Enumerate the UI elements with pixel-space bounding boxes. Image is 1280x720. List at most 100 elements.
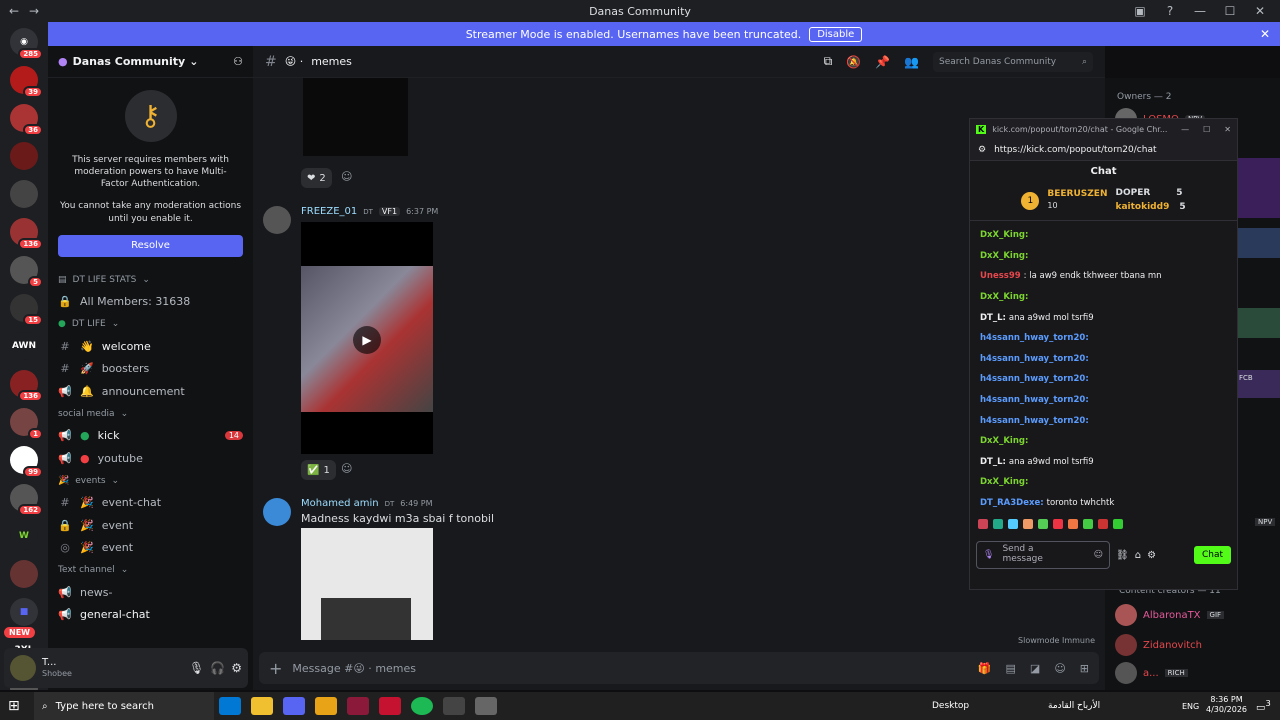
message-composer[interactable]: + Message #😜 · memes 🎁 ▤ ◪ ☺ ⊞ bbox=[259, 652, 1099, 684]
app-icon[interactable] bbox=[475, 697, 497, 715]
chat-username[interactable]: h4ssann_hway_torn20: bbox=[980, 416, 1089, 426]
settings-gear-icon[interactable]: ⚙ bbox=[1147, 550, 1156, 561]
channel-kick[interactable]: 📢 ● kick 14 bbox=[48, 425, 253, 448]
send-message-input[interactable]: 🎙 Send a message ☺ bbox=[976, 541, 1110, 569]
pin-icon[interactable]: 📌 bbox=[875, 55, 890, 69]
taskbar-search[interactable]: ⌕ Type here to search bbox=[34, 692, 214, 720]
server-icon[interactable] bbox=[10, 560, 38, 588]
acrobat-icon[interactable] bbox=[379, 697, 401, 715]
news-widget[interactable]: الأرباح القادمة bbox=[1048, 701, 1100, 711]
language-indicator[interactable]: ENG bbox=[1182, 702, 1199, 711]
member-item[interactable]: Zidanovitch bbox=[1115, 634, 1202, 656]
edge-icon[interactable] bbox=[219, 697, 241, 715]
channel-youtube[interactable]: 📢 ● youtube bbox=[48, 447, 253, 470]
category-events[interactable]: 🎉 events ⌄ bbox=[48, 470, 253, 492]
chat-username[interactable]: h4ssann_hway_torn20: bbox=[980, 333, 1089, 343]
avatar[interactable] bbox=[263, 498, 291, 526]
channel-event-chat[interactable]: # 🎉 event-chat bbox=[48, 492, 253, 515]
chat-username[interactable]: DxX_King: bbox=[980, 292, 1028, 302]
chat-username[interactable]: DxX_King: bbox=[980, 477, 1028, 487]
channel-all-members[interactable]: 🔒 All Members: 31638 bbox=[48, 291, 253, 314]
channel-welcome[interactable]: # 👋 welcome bbox=[48, 335, 253, 358]
file-explorer-icon[interactable] bbox=[251, 697, 273, 715]
store-icon[interactable]: ⌂ bbox=[1135, 550, 1141, 561]
chat-username[interactable]: DT_L: bbox=[980, 457, 1006, 467]
chat-username[interactable]: DT_L: bbox=[980, 313, 1006, 323]
disable-button[interactable]: Disable bbox=[809, 26, 863, 42]
category-text[interactable]: Text channel ⌄ bbox=[48, 559, 253, 581]
channel-announcement[interactable]: 📢 🔔 announcement bbox=[48, 380, 253, 403]
member-item[interactable]: AlbaronaTX GIF bbox=[1115, 604, 1225, 626]
channel-general-chat[interactable]: 📢 general-chat bbox=[48, 604, 253, 627]
chat-username[interactable]: h4ssann_hway_torn20: bbox=[980, 354, 1089, 364]
chat-username[interactable]: h4ssann_hway_torn20: bbox=[980, 374, 1089, 384]
apps-icon[interactable]: ⊞ bbox=[1080, 662, 1089, 675]
members-icon[interactable]: 👥 bbox=[904, 55, 919, 69]
server-icon[interactable]: 162 bbox=[10, 484, 43, 516]
heart-reaction[interactable]: ❤ 2 bbox=[301, 168, 332, 188]
desktop-toolbar[interactable]: Desktop bbox=[932, 701, 969, 711]
check-reaction[interactable]: ✅ 1 bbox=[301, 460, 336, 480]
chat-username[interactable]: DxX_King: bbox=[980, 436, 1028, 446]
server-icon[interactable]: 36 bbox=[10, 104, 43, 136]
folder-icon[interactable]: ■ bbox=[10, 598, 38, 626]
server-icon[interactable]: W bbox=[10, 522, 38, 550]
server-header[interactable]: ● Danas Community ⌄ ⚇ bbox=[48, 46, 253, 78]
address-bar[interactable]: ⚙ https://kick.com/popout/torn20/chat bbox=[970, 139, 1237, 161]
mute-bell-icon[interactable]: 🔕 bbox=[846, 55, 861, 69]
avatar[interactable] bbox=[10, 655, 36, 681]
discord-home-icon[interactable]: ◉ 285 bbox=[10, 28, 43, 60]
server-icon[interactable]: 99 bbox=[10, 446, 43, 478]
add-member-icon[interactable]: ⚇ bbox=[233, 55, 243, 68]
server-icon[interactable]: 136 bbox=[10, 218, 43, 250]
app-icon[interactable] bbox=[443, 697, 465, 715]
threads-icon[interactable]: ⧉ bbox=[824, 54, 833, 69]
clock[interactable]: 8:36 PM 4/30/2026 bbox=[1206, 695, 1247, 716]
server-icon[interactable] bbox=[10, 142, 38, 170]
add-attachment-icon[interactable]: + bbox=[269, 659, 282, 678]
headphones-icon[interactable]: 🎧 bbox=[210, 661, 225, 675]
play-icon[interactable]: ▶ bbox=[353, 326, 381, 354]
message-image[interactable] bbox=[303, 78, 408, 156]
avatar[interactable] bbox=[263, 206, 291, 234]
emoji-icon[interactable]: ☺ bbox=[1054, 662, 1065, 675]
chat-send-button[interactable]: Chat bbox=[1193, 546, 1231, 564]
video-attachment[interactable]: ▶ bbox=[301, 222, 433, 454]
gif-icon[interactable]: ▤ bbox=[1006, 662, 1016, 675]
social-icon[interactable]: ⛓ bbox=[1116, 550, 1129, 561]
resolve-button[interactable]: Resolve bbox=[58, 234, 243, 257]
category-dt-life[interactable]: ● DT LIFE ⌄ bbox=[48, 313, 253, 335]
app-icon[interactable] bbox=[347, 697, 369, 715]
server-icon[interactable]: 39 bbox=[10, 66, 43, 98]
chrome-icon[interactable] bbox=[315, 697, 337, 715]
minimize-icon[interactable]: — bbox=[1181, 125, 1189, 134]
member-item[interactable]: a... RICH bbox=[1115, 662, 1188, 684]
chat-username[interactable]: DT_RA3Dexe: bbox=[980, 498, 1044, 508]
server-icon[interactable]: 1 bbox=[10, 408, 43, 440]
message-input[interactable]: Message #😜 · memes bbox=[292, 662, 416, 675]
message-author[interactable]: FREEZE_01 bbox=[301, 206, 357, 217]
server-icon[interactable]: 5 bbox=[10, 256, 43, 288]
server-icon[interactable]: 15 bbox=[10, 294, 43, 326]
chat-username[interactable]: DxX_King: bbox=[980, 230, 1028, 240]
server-icon[interactable]: 136 bbox=[10, 370, 43, 402]
channel-event[interactable]: 🔒 🎉 event bbox=[48, 514, 253, 537]
channel-event[interactable]: ◎ 🎉 event bbox=[48, 537, 253, 560]
gift-icon[interactable]: 🎁 bbox=[978, 662, 992, 675]
chat-username[interactable]: Uness99 bbox=[980, 271, 1021, 281]
spotify-icon[interactable] bbox=[411, 697, 433, 715]
microphone-icon[interactable]: 🎙 bbox=[189, 661, 204, 675]
sticker-icon[interactable]: ◪ bbox=[1030, 662, 1040, 675]
close-banner-icon[interactable]: ✕ bbox=[1260, 27, 1270, 41]
server-icon[interactable]: AWN bbox=[10, 332, 38, 360]
server-icon[interactable] bbox=[10, 180, 38, 208]
message-image[interactable] bbox=[301, 528, 433, 640]
chat-username[interactable]: DxX_King: bbox=[980, 251, 1028, 261]
windows-start-icon[interactable]: ⊞ bbox=[8, 698, 20, 714]
add-reaction-icon[interactable]: ☺ bbox=[341, 170, 352, 183]
discord-icon[interactable] bbox=[283, 697, 305, 715]
chat-username[interactable]: h4ssann_hway_torn20: bbox=[980, 395, 1089, 405]
add-reaction-icon[interactable]: ☺ bbox=[341, 462, 352, 475]
channel-boosters[interactable]: # 🚀 boosters bbox=[48, 358, 253, 381]
close-icon[interactable]: ✕ bbox=[1224, 125, 1231, 134]
